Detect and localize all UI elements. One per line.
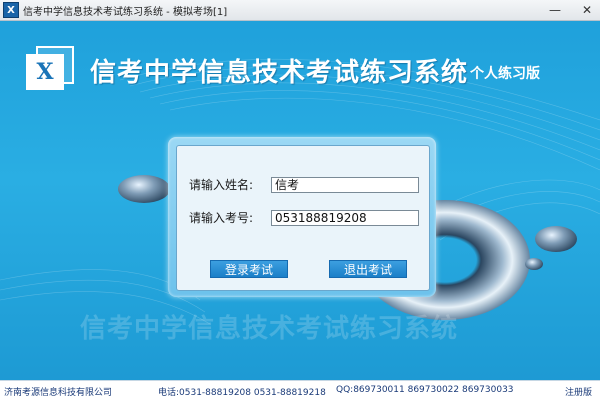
login-dialog: 请输入姓名: 请输入考号: 登录考试 退出考试 [176, 145, 430, 291]
window-title: 信考中学信息技术考试练习系统 - 模拟考场[1] [23, 6, 228, 18]
login-exam-button[interactable]: 登录考试 [210, 260, 288, 278]
minimize-icon[interactable]: — [548, 2, 562, 18]
window-controls: — ✕ [548, 2, 594, 18]
logo-letter: X [36, 59, 54, 85]
decorative-sphere [118, 175, 170, 203]
name-label: 请输入姓名: [189, 178, 254, 192]
name-input[interactable] [271, 176, 419, 193]
title-reflection: 信考中学信息技术考试练习系统 [80, 314, 459, 344]
close-icon[interactable]: ✕ [580, 2, 594, 18]
company-name: 济南考源信息科技有限公司 [4, 388, 113, 398]
app-window: X 信考中学信息技术考试练习系统 - 模拟考场[1] — ✕ X 信考中学信息技… [0, 0, 600, 400]
exit-exam-button[interactable]: 退出考试 [329, 260, 407, 278]
login-dialog-frame: 请输入姓名: 请输入考号: 登录考试 退出考试 [168, 137, 436, 297]
decorative-sphere [525, 258, 543, 270]
exam-id-label: 请输入考号: [189, 211, 254, 225]
logo: X [26, 46, 74, 90]
exam-id-input[interactable] [271, 209, 419, 226]
app-title: 信考中学信息技术考试练习系统 [90, 58, 469, 88]
title-bar: X 信考中学信息技术考试练习系统 - 模拟考场[1] — ✕ [0, 0, 600, 21]
app-icon: X [3, 2, 19, 18]
qq-info: QQ:869730011 869730022 869730033 [336, 385, 514, 395]
edition-label: 个人练习版 [470, 66, 540, 82]
register-link[interactable]: 注册版 [565, 385, 592, 398]
decorative-sphere [535, 226, 577, 252]
logo-front-square: X [26, 54, 64, 90]
phone-info: 电话:0531-88819208 0531-88819218 [158, 388, 326, 398]
name-row: 请输入姓名: [189, 176, 419, 193]
status-footer: 济南考源信息科技有限公司 电话:0531-88819208 0531-88819… [0, 380, 600, 400]
exam-id-row: 请输入考号: [189, 209, 419, 226]
